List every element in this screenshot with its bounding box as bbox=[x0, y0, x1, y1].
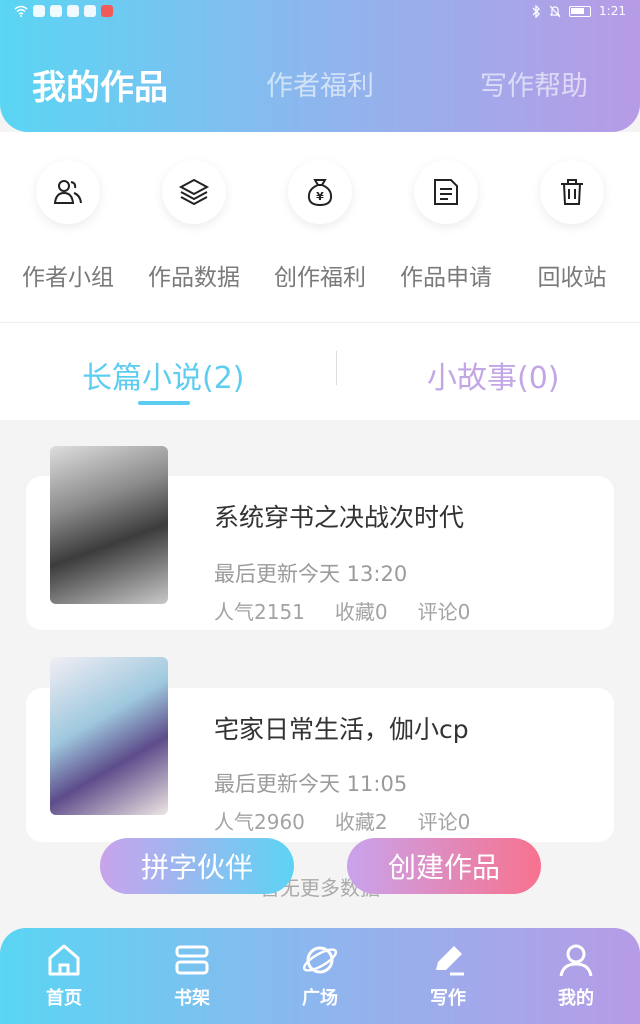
nav-bookshelf[interactable]: 书架 bbox=[128, 940, 256, 1010]
tool-label: 回收站 bbox=[537, 265, 607, 291]
nav-home[interactable]: 首页 bbox=[0, 940, 128, 1010]
download-icon bbox=[33, 5, 45, 17]
work-popularity: 人气2151 bbox=[214, 600, 305, 624]
money-bag-icon: ¥ bbox=[288, 160, 352, 224]
active-tab-indicator bbox=[138, 401, 190, 405]
nav-plaza[interactable]: 广场 bbox=[256, 940, 384, 1010]
nav-write[interactable]: 写作 bbox=[384, 940, 512, 1010]
tool-works-application[interactable]: 作品申请 bbox=[382, 160, 510, 292]
battery-icon bbox=[569, 5, 592, 17]
tab-my-works[interactable]: 我的作品 bbox=[32, 60, 168, 109]
app-notification-icon bbox=[101, 5, 113, 17]
bottom-nav: 首页 书架 广场 写作 我的 bbox=[0, 928, 640, 1024]
status-icons-right: 1:21 bbox=[531, 4, 626, 18]
bookshelf-icon bbox=[175, 945, 209, 975]
header-tabs: 我的作品 作者福利 写作帮助 bbox=[0, 64, 640, 114]
writing-partner-button[interactable]: 拼字伙伴 bbox=[100, 838, 294, 894]
work-updated: 最后更新今天 13:20 bbox=[214, 562, 408, 586]
tool-label: 作品数据 bbox=[148, 265, 240, 291]
tools-grid: 作者小组 作品数据 ¥ 创作福利 作品申请 回收站 bbox=[0, 132, 640, 322]
status-icons-left bbox=[14, 5, 113, 17]
svg-text:¥: ¥ bbox=[316, 190, 324, 203]
nav-label: 写作 bbox=[430, 988, 466, 1009]
status-bar: 1:21 bbox=[0, 0, 640, 26]
tool-recycle-bin[interactable]: 回收站 bbox=[508, 160, 636, 292]
tool-creation-benefits[interactable]: ¥ 创作福利 bbox=[256, 160, 384, 292]
book-cover-image[interactable] bbox=[50, 446, 168, 604]
tool-label: 作者小组 bbox=[22, 265, 114, 291]
tool-works-data[interactable]: 作品数据 bbox=[130, 160, 258, 292]
work-favorites: 收藏2 bbox=[334, 810, 388, 834]
nav-profile[interactable]: 我的 bbox=[512, 940, 640, 1010]
trash-icon bbox=[540, 160, 604, 224]
work-updated: 最后更新今天 11:05 bbox=[214, 772, 408, 796]
people-icon bbox=[36, 160, 100, 224]
work-stats: 人气2960 收藏2 评论0 bbox=[214, 806, 470, 835]
nav-label: 我的 bbox=[558, 988, 594, 1009]
work-title[interactable]: 宅家日常生活，伽小cp bbox=[214, 710, 469, 746]
no-more-data-text: 暂无更多数据 bbox=[260, 876, 380, 900]
bluetooth-icon bbox=[532, 4, 540, 18]
planet-icon bbox=[302, 946, 338, 974]
work-stats: 人气2151 收藏0 评论0 bbox=[214, 596, 470, 625]
document-icon bbox=[414, 160, 478, 224]
tab-short-story[interactable]: 小故事(0) bbox=[427, 353, 560, 397]
wechat-icon bbox=[67, 5, 79, 17]
status-time: 1:21 bbox=[599, 4, 626, 18]
book-cover-image[interactable] bbox=[50, 657, 168, 815]
tab-author-benefits[interactable]: 作者福利 bbox=[266, 64, 374, 103]
header: 1:21 我的作品 作者福利 写作帮助 bbox=[0, 0, 640, 132]
profile-icon bbox=[559, 944, 593, 977]
tool-label: 创作福利 bbox=[274, 265, 366, 291]
nav-label: 首页 bbox=[46, 988, 82, 1009]
nav-label: 广场 bbox=[302, 988, 338, 1009]
work-title[interactable]: 系统穿书之决战次时代 bbox=[214, 498, 464, 534]
story-type-tabs: 长篇小说(2) 小故事(0) bbox=[0, 322, 640, 420]
work-comments: 评论0 bbox=[417, 810, 471, 834]
work-popularity: 人气2960 bbox=[214, 810, 305, 834]
tab-divider bbox=[336, 351, 337, 385]
home-icon bbox=[48, 944, 80, 976]
nav-label: 书架 bbox=[174, 988, 210, 1009]
create-work-button[interactable]: 创建作品 bbox=[347, 838, 541, 894]
tool-label: 作品申请 bbox=[400, 265, 492, 291]
qq-icon bbox=[84, 5, 96, 17]
tab-writing-help[interactable]: 写作帮助 bbox=[480, 64, 588, 103]
shield-icon bbox=[50, 5, 62, 17]
layers-icon bbox=[162, 160, 226, 224]
wifi-icon bbox=[14, 5, 28, 17]
work-favorites: 收藏0 bbox=[334, 600, 388, 624]
tab-long-novel[interactable]: 长篇小说(2) bbox=[82, 353, 245, 397]
mute-bell-icon bbox=[549, 5, 561, 17]
tool-author-group[interactable]: 作者小组 bbox=[4, 160, 132, 292]
pen-icon bbox=[436, 946, 464, 976]
work-comments: 评论0 bbox=[417, 600, 471, 624]
